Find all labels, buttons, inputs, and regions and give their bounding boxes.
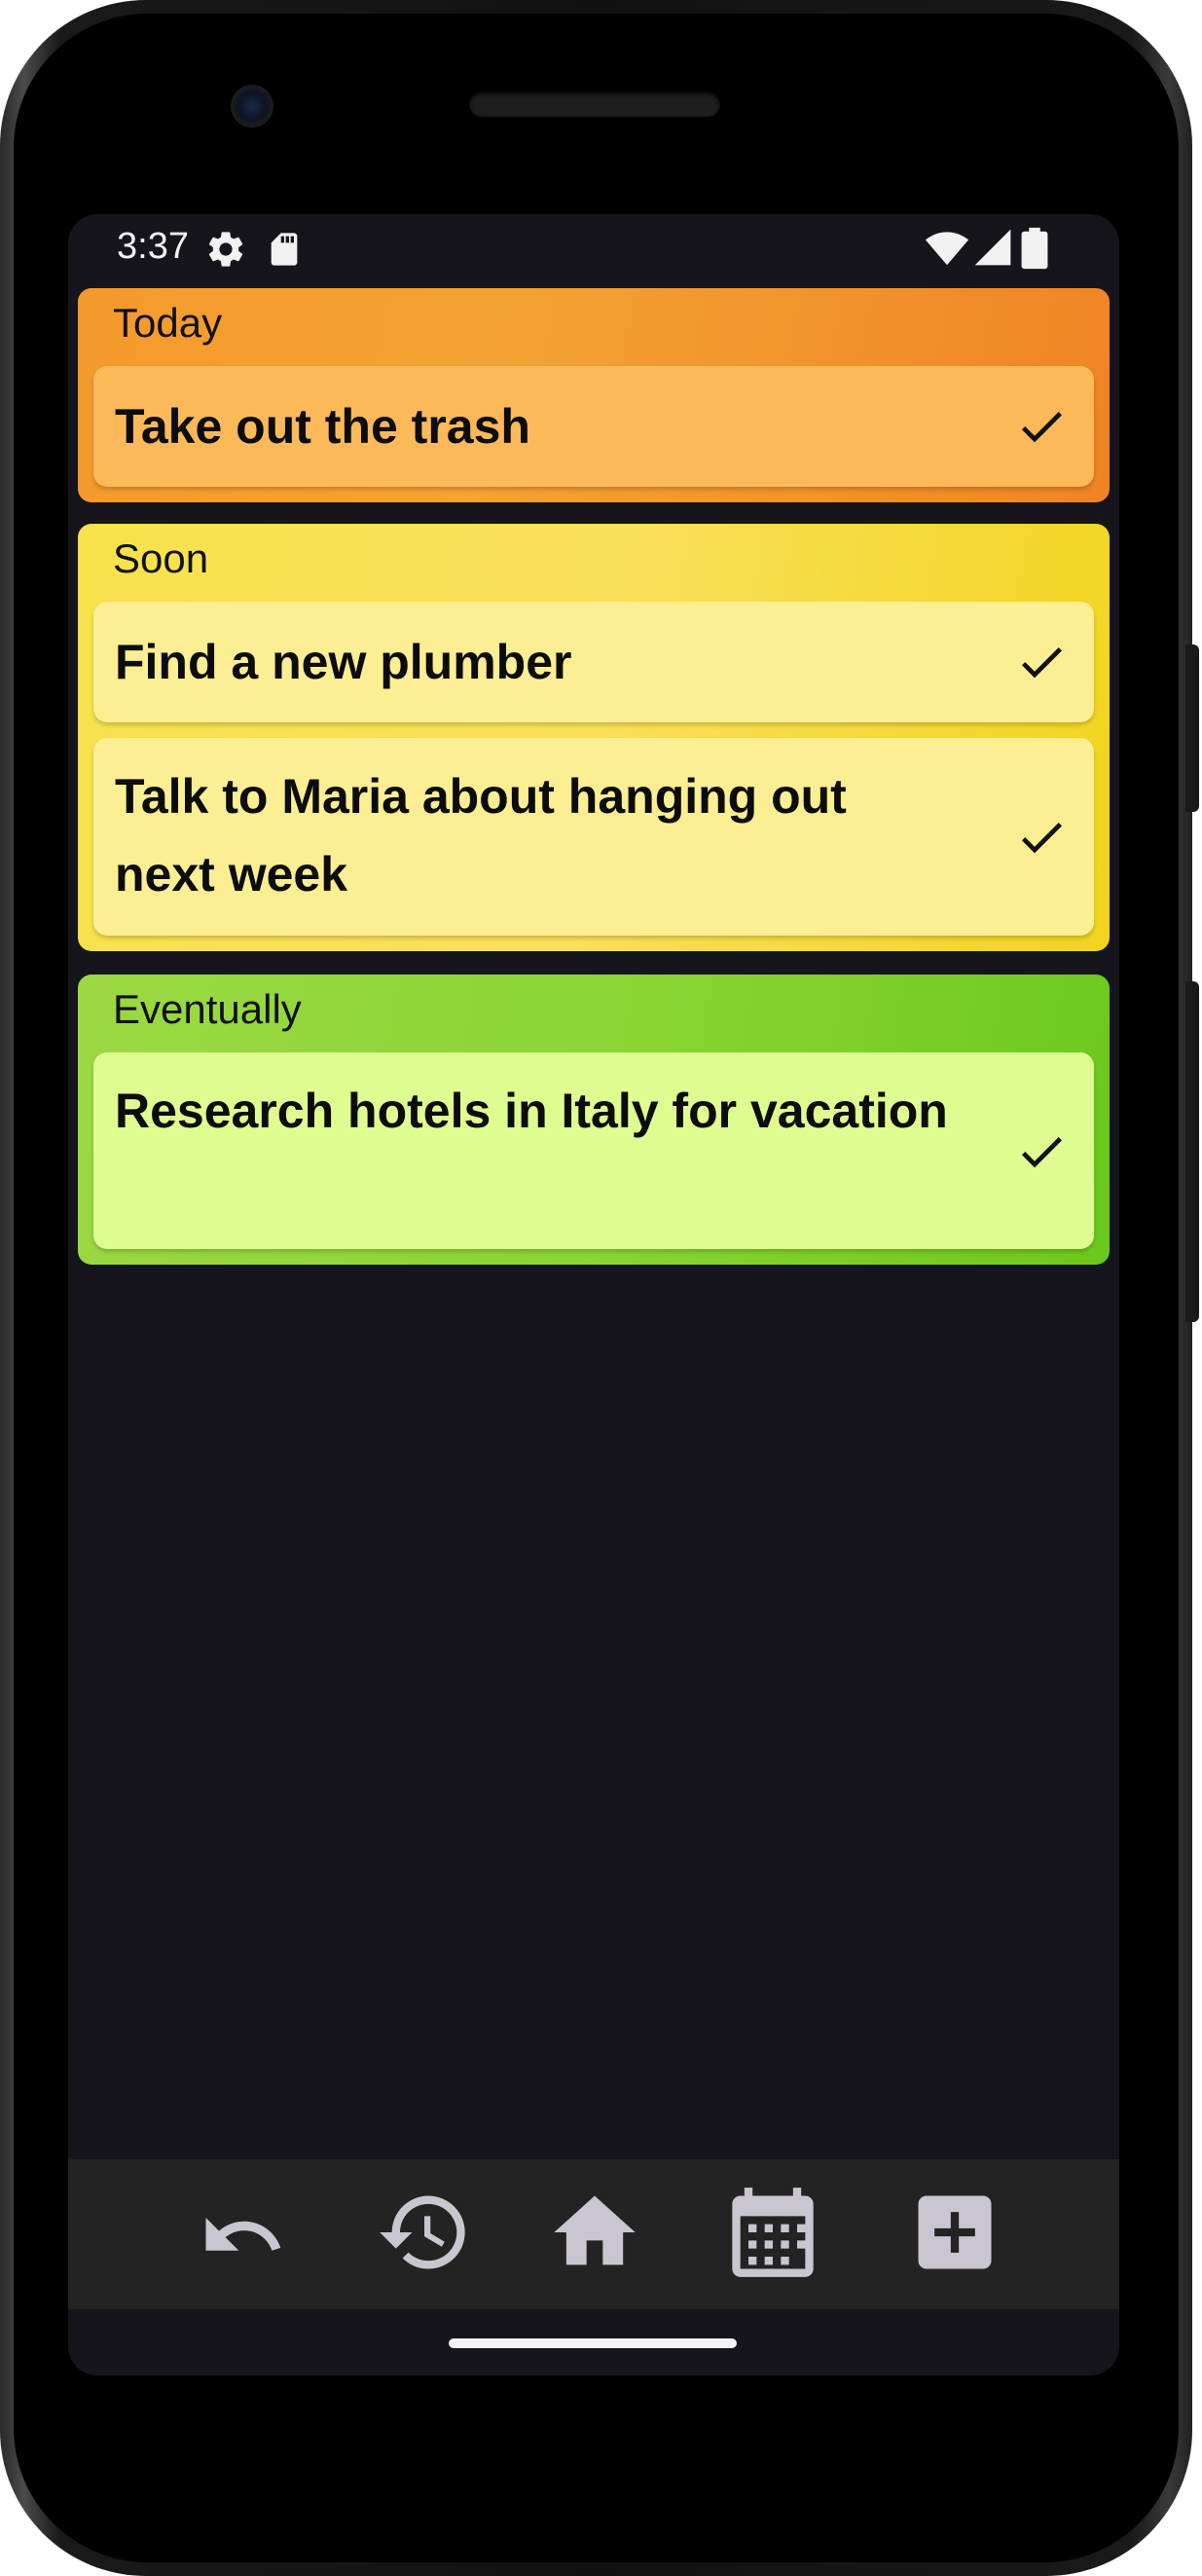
status-time: 3:37 [117,226,189,267]
front-camera [231,85,273,128]
undo-icon [199,2189,286,2281]
checkmark-icon[interactable] [1014,635,1069,689]
task-item[interactable]: Find a new plumber [93,602,1094,722]
home-button[interactable] [541,2181,648,2288]
history-button[interactable] [371,2181,478,2288]
task-item[interactable]: Take out the trash [93,366,1094,487]
checkmark-icon[interactable] [1014,1124,1069,1179]
checkmark-icon[interactable] [1014,399,1069,454]
task-item[interactable]: Research hotels in Italy for vacation [93,1052,1094,1249]
section-eventually: Eventually Research hotels in Italy for … [78,975,1110,1265]
section-title: Today [113,300,223,346]
app-screen: 3:37 Today Take out the trash Soon Find … [68,214,1119,2375]
earpiece-speaker [469,92,720,117]
gesture-navigation-bar[interactable] [449,2338,737,2348]
task-text: Research hotels in Italy for vacation [115,1084,948,1138]
section-title: Eventually [113,986,302,1032]
add-icon [906,2184,1003,2286]
settings-gear-icon [204,228,247,276]
calendar-button[interactable] [719,2181,826,2288]
task-item[interactable]: Talk to Maria about hanging out next wee… [93,738,1094,936]
undo-button[interactable] [189,2181,296,2288]
cell-signal-icon [971,226,1014,274]
power-button [1185,981,1199,1322]
calendar-icon [724,2184,821,2286]
section-today: Today Take out the trash [78,288,1110,502]
task-text: Find a new plumber [115,635,572,689]
section-title: Soon [113,535,209,581]
add-task-button[interactable] [901,2181,1008,2288]
task-text: Talk to Maria about hanging out next wee… [115,769,847,902]
history-icon [376,2184,473,2286]
checkmark-icon[interactable] [1014,810,1069,865]
volume-button [1185,644,1199,812]
section-soon: Soon Find a new plumber Talk to Maria ab… [78,524,1110,951]
home-icon [546,2184,643,2286]
task-text: Take out the trash [115,399,530,454]
bottom-nav [68,2159,1119,2309]
wifi-icon [925,226,969,276]
status-bar: 3:37 [68,214,1119,288]
sd-card-icon [265,228,304,276]
battery-icon [1020,226,1049,276]
